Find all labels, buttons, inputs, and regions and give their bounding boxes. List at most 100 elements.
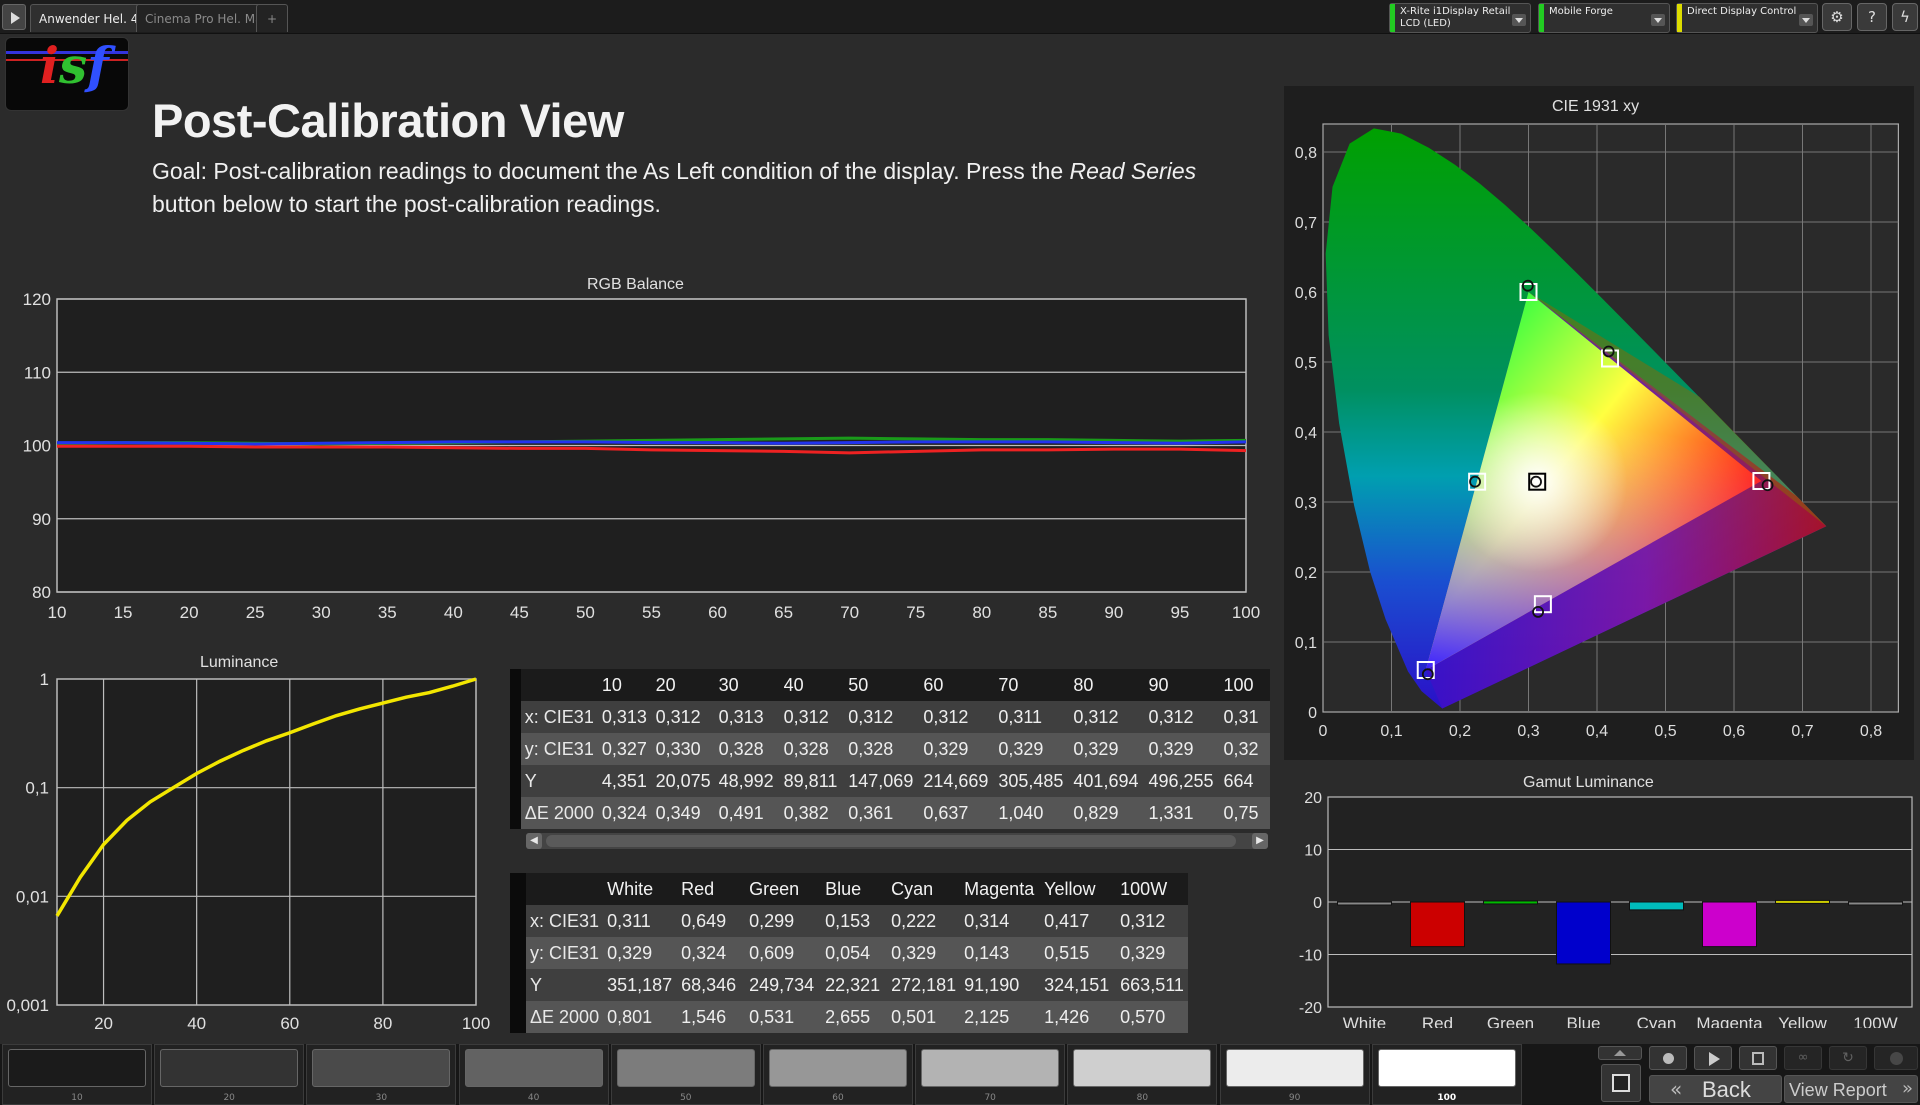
back-label: Back: [1702, 1077, 1751, 1102]
patch-label: 40: [527, 1093, 540, 1103]
row-marker: [510, 701, 521, 733]
y-tick-label: 100: [23, 437, 51, 456]
table-cell: 0,313: [597, 701, 652, 733]
chevron-down-icon[interactable]: [1651, 14, 1665, 26]
bar-cyan: [1629, 901, 1684, 911]
scrollbar-thumb[interactable]: [546, 835, 1236, 847]
table-cell: 0,314: [960, 905, 1041, 937]
patch-swatch-10[interactable]: 10: [2, 1044, 152, 1105]
view-report-button[interactable]: View Report »: [1784, 1075, 1918, 1103]
page-title: Post-Calibration View: [152, 94, 624, 147]
y-tick-label: 0: [1313, 895, 1322, 912]
patch-swatch-50[interactable]: 50: [610, 1044, 761, 1105]
row-label: y: CIE31: [520, 733, 598, 765]
row-label: Y: [526, 969, 604, 1001]
scroll-right-icon[interactable]: ▶: [1252, 833, 1268, 849]
table-row: Y 351,187 68,346 249,734 22,321 272,181 91,190…: [510, 969, 1189, 1001]
back-chevron-icon: «: [1670, 1077, 1683, 1101]
device-meter-select[interactable]: X-Rite i1Display Retail LCD (LED): [1389, 3, 1531, 33]
play-icon[interactable]: [2, 4, 26, 30]
chevron-down-icon[interactable]: [1512, 14, 1526, 26]
table-cell: 20,075: [651, 765, 715, 797]
table-cell: 663,511: [1116, 969, 1189, 1001]
x-tick-label: 100: [462, 1014, 490, 1033]
x-tick-label: Green: [1487, 1014, 1534, 1028]
table-cell: 2,125: [960, 1001, 1041, 1033]
x-tick-label: 0,6: [1723, 723, 1745, 740]
patch-swatch-60[interactable]: 60: [763, 1044, 913, 1105]
patch-swatch-70[interactable]: 70: [915, 1044, 1066, 1105]
table-cell: 0,324: [677, 937, 746, 969]
x-tick-label: 55: [642, 603, 661, 622]
read-series-play-icon[interactable]: [1694, 1046, 1732, 1070]
y-tick-label: 0,7: [1295, 215, 1317, 232]
save-icon[interactable]: [1739, 1046, 1777, 1070]
table-cell: 0,329: [1069, 733, 1145, 765]
logo-text: isf: [40, 37, 109, 95]
device-generator-select[interactable]: Mobile Forge: [1538, 3, 1670, 33]
patch-swatch-100[interactable]: 100: [1371, 1044, 1522, 1105]
patch-label: 90: [1288, 1093, 1301, 1103]
table-cell: 0,328: [779, 733, 845, 765]
x-tick-label: 20: [94, 1014, 113, 1033]
row-label: ΔE 2000: [526, 1001, 604, 1033]
loop-icon[interactable]: ∞: [1784, 1046, 1822, 1070]
table-cell: 0,637: [919, 797, 995, 829]
patch-label: 20: [223, 1093, 235, 1103]
record-icon[interactable]: [1874, 1046, 1918, 1070]
y-tick-label: -20: [1299, 1000, 1322, 1017]
table-cell: 147,069: [844, 765, 920, 797]
table-cell: 0,32: [1219, 733, 1270, 765]
tab-add-button[interactable]: +: [256, 4, 288, 32]
read-series-emphasis: Read Series: [1069, 158, 1197, 184]
x-tick-label: 80: [373, 1014, 392, 1033]
gear-icon[interactable]: ⚙: [1822, 3, 1852, 31]
patch-swatch-30[interactable]: 30: [306, 1044, 457, 1105]
x-tick-label: 0,3: [1517, 723, 1539, 740]
stop-icon[interactable]: [1649, 1046, 1687, 1070]
back-button[interactable]: « Back: [1649, 1075, 1782, 1103]
x-tick-label: 75: [906, 603, 925, 622]
table-row: x: CIE31 0,311 0,649 0,299 0,153 0,222 0,314 0,…: [510, 905, 1189, 937]
row-marker: [510, 969, 526, 1001]
bar-blue: [1556, 901, 1611, 965]
patch-swatch-20[interactable]: 20: [154, 1044, 305, 1105]
table-row: ΔE 2000 0,801 1,546 0,531 2,655 0,501 2,125 1,4…: [510, 1001, 1189, 1033]
greyscale-table-scrollbar[interactable]: ◀ ▶: [526, 833, 1268, 849]
patch-swatch-40[interactable]: 40: [458, 1044, 609, 1105]
collapse-up-icon[interactable]: [1598, 1046, 1642, 1060]
gamut-table: White Red Green Blue Cyan Magenta Yellow 100W x:…: [510, 873, 1189, 1033]
y-tick-label: 0,01: [16, 887, 49, 906]
x-tick-label: Blue: [1566, 1014, 1600, 1028]
bolt-icon[interactable]: ϟ: [1892, 3, 1918, 31]
stop-button[interactable]: [1601, 1064, 1641, 1102]
help-icon[interactable]: ?: [1857, 3, 1887, 31]
scroll-left-icon[interactable]: ◀: [526, 833, 542, 849]
x-tick-label: Cyan: [1637, 1014, 1677, 1028]
table-cell: 324,151: [1040, 969, 1117, 1001]
patch-swatch-90[interactable]: 90: [1219, 1044, 1370, 1105]
patch-color: [1073, 1049, 1212, 1087]
table-row: Y 4,351 20,075 48,992 89,811 147,069 214,669 30…: [510, 765, 1270, 797]
refresh-icon[interactable]: ↻: [1829, 1046, 1867, 1070]
table-cell: 0,531: [745, 1001, 822, 1033]
patch-swatch-80[interactable]: 80: [1067, 1044, 1218, 1105]
y-tick-label: 0,1: [1295, 635, 1317, 652]
table-cell: 0,153: [821, 905, 888, 937]
table-cell: 1,546: [677, 1001, 746, 1033]
table-cell: 0,324: [597, 797, 652, 829]
chevron-down-icon[interactable]: [1799, 14, 1813, 26]
table-cell: 0,570: [1116, 1001, 1189, 1033]
table-cell: 4,351: [597, 765, 652, 797]
table-cell: 68,346: [677, 969, 746, 1001]
top-bar: Anwender Hel. 40 Cinema Pro Hel. Max + X…: [0, 0, 1920, 34]
x-tick-label: 0,8: [1860, 723, 1882, 740]
row-marker: [510, 905, 526, 937]
x-tick-label: 0,4: [1586, 723, 1608, 740]
x-tick-label: 15: [114, 603, 133, 622]
table-cell: 0,054: [821, 937, 888, 969]
device-display-select[interactable]: Direct Display Control: [1676, 3, 1818, 33]
x-tick-label: 20: [180, 603, 199, 622]
patch-label: 10: [71, 1093, 83, 1103]
cie-diagram: 0 0,1 0,2 0,3 0,4 0,5 0,6 0,7 0,8 0,8 0,7 0,6 0,5 0,4…: [1295, 123, 1900, 740]
